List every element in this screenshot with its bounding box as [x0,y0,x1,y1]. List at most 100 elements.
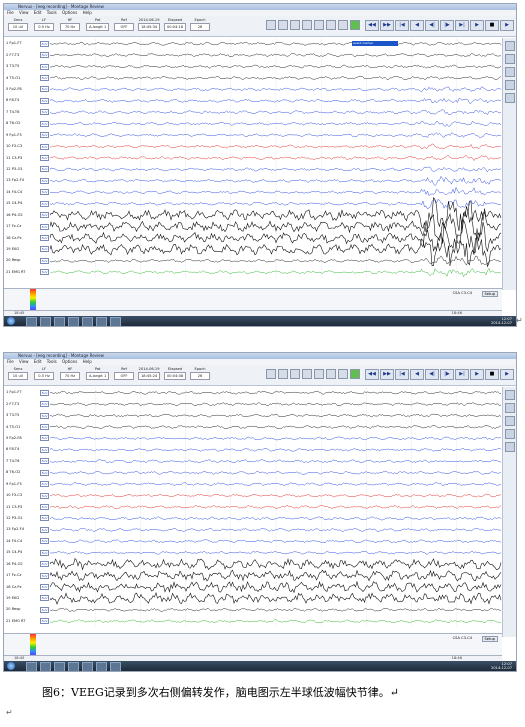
start-icon[interactable] [7,662,15,670]
app-icon[interactable] [110,662,121,671]
sidebar-tool-icon[interactable] [504,67,515,77]
channel-gain-button[interactable]: 5uV [40,109,49,116]
channel-gain-button[interactable]: 5uV [40,155,49,161]
channel-gain-button[interactable]: 5uV [40,606,49,613]
channel-gain-button[interactable]: 5uV [40,618,49,625]
measure-icon[interactable] [326,20,336,30]
sidebar-tool-icon[interactable] [504,442,515,452]
eeg-traces[interactable] [50,38,502,278]
channel-gain-button[interactable]: 5uV [40,435,49,442]
setup-button[interactable]: Setup [481,291,498,297]
reference-field[interactable]: Ref OFF [114,366,134,380]
play-video-icon[interactable] [350,369,360,379]
channel-gain-button[interactable]: 5uV [40,389,49,396]
montage-icon[interactable] [290,20,300,30]
channel-gain-button[interactable]: 5uV [40,75,49,81]
montage-icon[interactable] [290,369,300,379]
channel-gain-button[interactable]: 5uV [40,458,49,465]
channel-gain-button[interactable]: 5uV [40,40,49,47]
prev-event-button[interactable]: ◀| [425,20,439,31]
menu-options[interactable]: Options [62,10,77,15]
app-icon[interactable] [82,662,93,671]
app-icon[interactable] [40,317,51,326]
play-video-icon[interactable] [350,20,360,30]
channel-gain-button[interactable]: 5uV [40,132,49,139]
channel-gain-button[interactable]: 5uV [40,481,49,488]
sidebar-tool-icon[interactable] [504,54,515,64]
forward-fast-button[interactable]: ▶▶ [380,20,394,31]
menu-view[interactable]: View [19,10,29,15]
channel-gain-button[interactable]: 5uV [40,424,49,430]
app-icon[interactable] [96,662,107,671]
menu-edit[interactable]: Edit [34,359,42,364]
export-icon[interactable] [338,369,348,379]
video-icon[interactable] [302,20,312,30]
sidebar-tool-icon[interactable] [504,429,515,439]
prev-page-button[interactable]: ◀ [410,20,424,31]
zoom-icon[interactable] [266,20,276,30]
last-page-button[interactable]: ▶| [455,20,469,31]
app-icon[interactable] [54,317,65,326]
sidebar-tool-icon[interactable] [504,390,515,400]
channel-gain-button[interactable]: 5uV [40,257,49,264]
event-annotation[interactable]: event marker [352,41,398,46]
channel-gain-button[interactable]: 5uV [40,572,49,579]
video-icon[interactable] [302,369,312,379]
channel-gain-button[interactable]: 5uV [40,246,49,253]
note-icon[interactable] [314,369,324,379]
last-page-button[interactable]: ▶| [455,369,469,380]
channel-gain-button[interactable]: 5uV [40,120,49,127]
prev-page-button[interactable]: ◀ [410,369,424,380]
channel-gain-button[interactable]: 5uV [40,212,49,219]
montage-field[interactable]: Pat A-longit 1 [86,366,110,380]
app-icon[interactable] [54,662,65,671]
channel-gain-button[interactable]: 5uV [40,538,49,545]
channel-gain-button[interactable]: 5uV [40,504,49,510]
montage-field[interactable]: Pat A-longit 1 [86,17,110,31]
folder-icon[interactable] [26,317,37,326]
app-icon[interactable] [68,662,79,671]
channel-gain-button[interactable]: 5uV [40,63,49,70]
sensitivity-field[interactable]: Sens 10 uV [8,366,28,380]
eeg-trace-canvas[interactable] [50,38,502,278]
export-icon[interactable] [338,20,348,30]
stop-button[interactable]: ■ [485,369,499,380]
zoom-icon[interactable] [266,369,276,379]
first-page-button[interactable]: |◀ [395,20,409,31]
channel-gain-button[interactable]: 5uV [40,269,49,276]
channel-gain-button[interactable]: 5uV [40,177,49,184]
rewind-fast-button[interactable]: ◀◀ [365,369,379,380]
play-button[interactable]: ▶ [500,369,514,380]
high-filter-field[interactable]: HF 70 Hz [60,17,80,31]
measure-icon[interactable] [326,369,336,379]
sidebar-tool-icon[interactable] [504,93,515,103]
channel-gain-button[interactable]: 5uV [40,561,49,568]
channel-gain-button[interactable]: 5uV [40,446,49,453]
menu-tools[interactable]: Tools [47,10,57,15]
menu-tools[interactable]: Tools [47,359,57,364]
menu-edit[interactable]: Edit [34,10,42,15]
app-icon[interactable] [82,317,93,326]
low-filter-field[interactable]: LF 0.5 Hz [34,17,54,31]
reference-field[interactable]: Ref OFF [114,17,134,31]
sidebar-tool-icon[interactable] [504,41,515,51]
channel-gain-button[interactable]: 5uV [40,200,49,207]
next-event-button[interactable]: |▶ [440,20,454,31]
menu-file[interactable]: File [7,359,14,364]
menu-file[interactable]: File [7,10,14,15]
channel-gain-button[interactable]: 5uV [40,412,49,419]
menu-help[interactable]: Help [83,359,92,364]
channel-gain-button[interactable]: 5uV [40,166,49,173]
low-filter-field[interactable]: LF 0.5 Hz [34,366,54,380]
channel-gain-button[interactable]: 5uV [40,235,49,241]
setup-button[interactable]: Setup [481,636,498,642]
note-icon[interactable] [314,20,324,30]
app-icon[interactable] [110,317,121,326]
channel-gain-button[interactable]: 5uV [40,492,49,499]
app-icon[interactable] [68,317,79,326]
print-icon[interactable] [278,369,288,379]
sensitivity-field[interactable]: Sens 10 uV [8,17,28,31]
channel-gain-button[interactable]: 5uV [40,223,49,230]
channel-gain-button[interactable]: 5uV [40,549,49,556]
channel-gain-button[interactable]: 5uV [40,189,49,196]
